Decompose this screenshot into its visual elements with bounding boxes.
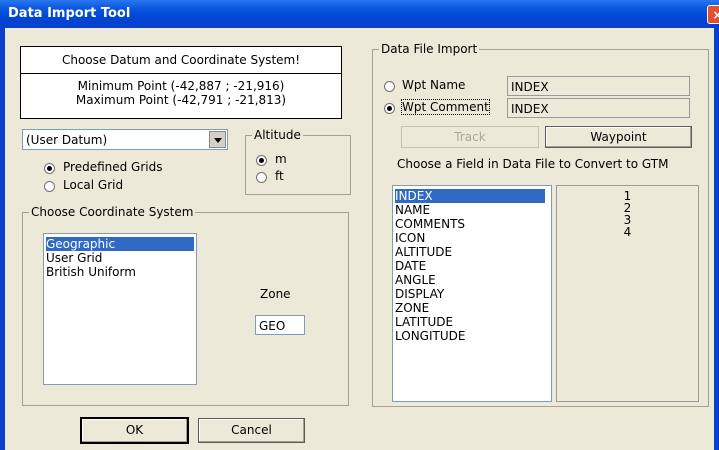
wpt-name-field: INDEX: [507, 76, 690, 96]
list-item-british-uniform[interactable]: British Uniform: [46, 265, 136, 279]
altitude-ft-radio[interactable]: [256, 172, 267, 183]
coordinate-system-label: Choose Coordinate System: [29, 205, 196, 219]
max-point-text: Maximum Point (-42,791 ; -21,813): [75, 93, 287, 107]
coordinate-system-list[interactable]: Geographic User Grid British Uniform: [43, 233, 197, 385]
data-file-import-label: Data File Import: [379, 42, 480, 56]
datum-select[interactable]: (User Datum): [22, 129, 228, 150]
field-item-zone[interactable]: ZONE: [395, 301, 429, 315]
window-title: Data Import Tool: [8, 6, 131, 21]
field-item-comments[interactable]: COMMENTS: [395, 217, 465, 231]
min-point-text: Minimum Point (-42,887 ; -21,916): [77, 79, 285, 93]
title-bar[interactable]: Data Import Tool ×: [0, 0, 719, 28]
field-item-longitude[interactable]: LONGITUDE: [395, 329, 465, 343]
track-button[interactable]: Track: [401, 126, 539, 148]
field-item-icon[interactable]: ICON: [395, 231, 425, 245]
ok-button[interactable]: OK: [81, 418, 188, 443]
field-item-name[interactable]: NAME: [395, 203, 430, 217]
altitude-group-label: Altitude: [252, 128, 303, 142]
altitude-ft-label: ft: [275, 169, 284, 183]
local-grid-label: Local Grid: [63, 178, 124, 192]
wpt-name-radio[interactable]: [384, 81, 395, 92]
wpt-comment-radio[interactable]: [384, 103, 395, 114]
local-grid-radio[interactable]: [44, 181, 55, 192]
info-heading: Choose Datum and Coordinate System!: [61, 53, 301, 67]
list-item-geographic[interactable]: Geographic: [46, 237, 194, 251]
wpt-comment-value: INDEX: [511, 102, 549, 116]
datum-info-box: Choose Datum and Coordinate System! Mini…: [20, 46, 342, 119]
zone-label: Zone: [260, 287, 291, 301]
chevron-down-icon[interactable]: [209, 131, 226, 148]
altitude-m-radio[interactable]: [256, 155, 267, 166]
zone-input[interactable]: GEO: [255, 315, 305, 335]
field-item-display[interactable]: DISPLAY: [395, 287, 444, 301]
cancel-button[interactable]: Cancel: [198, 418, 305, 443]
field-number-4: 4: [623, 225, 632, 239]
altitude-m-label: m: [275, 152, 287, 166]
window-border-left: [0, 28, 5, 450]
datum-select-value: (User Datum): [26, 133, 108, 147]
field-item-angle[interactable]: ANGLE: [395, 273, 436, 287]
window-border-right: [714, 28, 719, 450]
field-number-panel: 1 2 3 4: [556, 185, 699, 402]
waypoint-button[interactable]: Waypoint: [545, 126, 692, 148]
field-prompt: Choose a Field in Data File to Convert t…: [397, 157, 669, 171]
wpt-name-value: INDEX: [511, 80, 549, 94]
wpt-comment-field: INDEX: [507, 98, 690, 118]
wpt-name-label: Wpt Name: [402, 78, 466, 92]
list-item-user-grid[interactable]: User Grid: [46, 251, 102, 265]
field-item-date[interactable]: DATE: [395, 259, 426, 273]
zone-input-value: GEO: [259, 319, 286, 333]
predefined-grids-label: Predefined Grids: [63, 160, 163, 174]
wpt-comment-label: Wpt Comment: [401, 99, 490, 115]
close-icon[interactable]: ×: [707, 5, 719, 24]
data-field-list[interactable]: INDEX NAME COMMENTS ICON ALTITUDE DATE A…: [392, 185, 552, 402]
field-item-altitude[interactable]: ALTITUDE: [395, 245, 452, 259]
predefined-grids-radio[interactable]: [44, 163, 55, 174]
info-separator: [21, 73, 341, 74]
field-item-latitude[interactable]: LATITUDE: [395, 315, 453, 329]
data-import-window: Data Import Tool × Choose Datum and Coor…: [0, 0, 719, 450]
field-item-index[interactable]: INDEX: [395, 189, 545, 203]
